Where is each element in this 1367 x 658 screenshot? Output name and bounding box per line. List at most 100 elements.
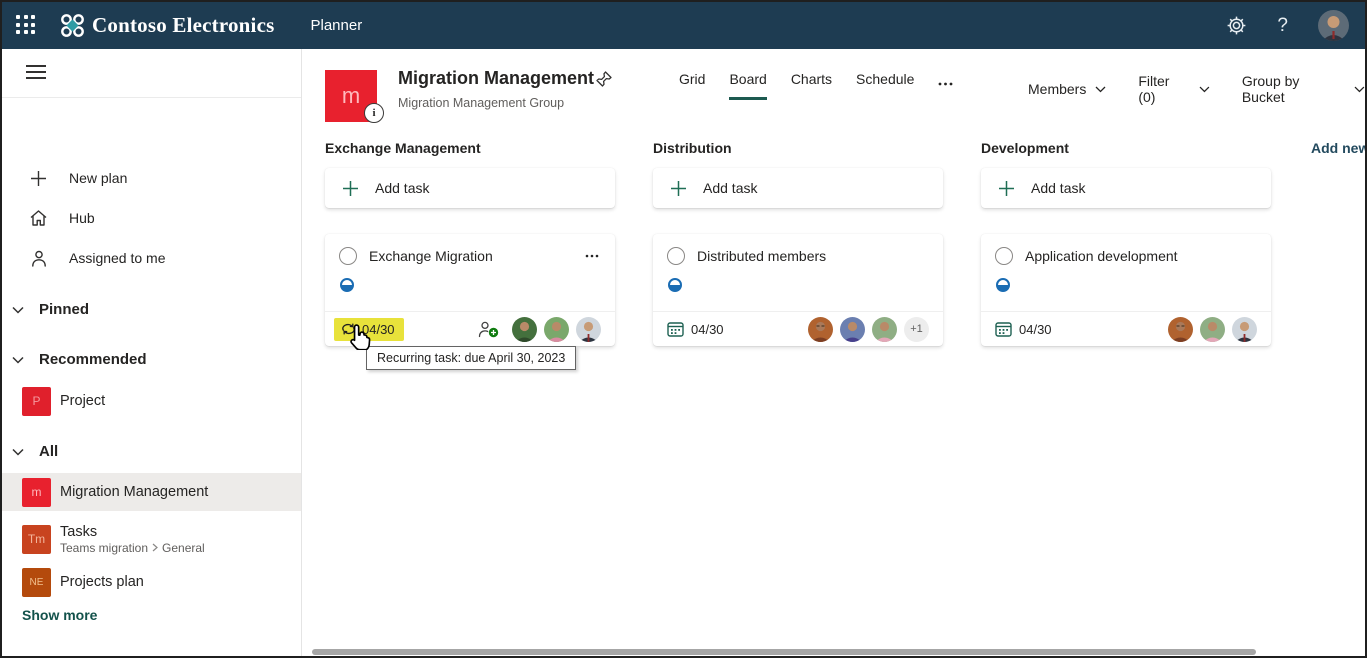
sidebar-item-hub[interactable]: Hub xyxy=(2,204,301,232)
sidebar-plan-project[interactable]: P Project xyxy=(2,383,301,419)
task-complete-checkbox[interactable] xyxy=(667,247,685,265)
chevron-down-icon xyxy=(12,306,24,314)
more-tabs-ellipsis-icon[interactable] xyxy=(938,71,953,100)
section-recommended[interactable]: Recommended xyxy=(2,351,301,368)
task-more-ellipsis-icon[interactable] xyxy=(583,254,601,258)
help-button[interactable]: ? xyxy=(1277,15,1288,37)
tab-charts[interactable]: Charts xyxy=(791,71,832,100)
due-date-chip[interactable]: 04/30 xyxy=(667,321,724,337)
person-icon xyxy=(29,250,48,267)
task-title: Distributed members xyxy=(697,248,929,264)
horizontal-scrollbar[interactable] xyxy=(312,649,1256,655)
task-complete-checkbox[interactable] xyxy=(339,247,357,265)
recurring-due-date-chip[interactable]: 04/30 xyxy=(334,318,404,341)
recurring-task-tooltip: Recurring task: due April 30, 2023 xyxy=(366,346,576,370)
assignee-avatar[interactable] xyxy=(512,317,537,342)
sidebar-item-new-plan[interactable]: New plan xyxy=(2,164,301,192)
brand-logo[interactable]: Contoso Electronics xyxy=(59,12,275,39)
breadcrumb-team: Teams migration xyxy=(60,541,148,555)
due-date: 04/30 xyxy=(1019,322,1052,337)
plan-icon: P xyxy=(22,387,51,416)
pin-icon[interactable] xyxy=(595,70,613,88)
task-complete-checkbox[interactable] xyxy=(995,247,1013,265)
in-progress-status-icon[interactable] xyxy=(340,278,354,292)
hamburger-menu-icon[interactable] xyxy=(26,65,46,79)
assignee-avatar[interactable] xyxy=(808,317,833,342)
sidebar-plan-tasks[interactable]: Tm Tasks Teams migration General xyxy=(2,515,301,563)
filter-dropdown[interactable]: Filter (0) xyxy=(1138,73,1209,105)
section-pinned[interactable]: Pinned xyxy=(2,301,301,318)
add-task-button[interactable]: Add task xyxy=(325,168,615,208)
task-title: Application development xyxy=(1025,248,1257,264)
assignee-overflow-badge[interactable]: +1 xyxy=(904,317,929,342)
planner-window: Contoso Electronics Planner ? xyxy=(0,0,1367,658)
contoso-logo-icon xyxy=(59,12,86,39)
sidebar-plan-migration-management[interactable]: m Migration Management xyxy=(2,473,301,511)
bucket-title-development: Development xyxy=(981,140,1069,156)
task-card-exchange-migration[interactable]: Exchange Migration 04/30 xyxy=(325,234,615,346)
page-title: Migration Management xyxy=(398,68,594,89)
plan-icon: Tm xyxy=(22,525,51,554)
assignee-avatar[interactable] xyxy=(840,317,865,342)
task-title: Exchange Migration xyxy=(369,248,571,264)
sidebar-plan-projects-plan[interactable]: NE Projects plan xyxy=(2,565,301,599)
filter-label: Filter (0) xyxy=(1138,73,1190,105)
chevron-down-icon xyxy=(1095,86,1106,93)
brand-name: Contoso Electronics xyxy=(92,13,275,38)
user-avatar[interactable] xyxy=(1318,10,1349,41)
plan-label: Tasks xyxy=(60,524,205,540)
section-label: All xyxy=(39,443,58,460)
members-dropdown[interactable]: Members xyxy=(1028,73,1106,105)
plan-icon: NE xyxy=(22,568,51,597)
add-task-button[interactable]: Add task xyxy=(981,168,1271,208)
assignee-avatar[interactable] xyxy=(544,317,569,342)
add-task-button[interactable]: Add task xyxy=(653,168,943,208)
plan-label: Migration Management xyxy=(60,484,208,500)
tab-schedule[interactable]: Schedule xyxy=(856,71,914,100)
tab-board[interactable]: Board xyxy=(729,71,766,100)
chevron-down-icon xyxy=(1354,86,1365,93)
sidebar-divider xyxy=(2,97,301,98)
tab-grid[interactable]: Grid xyxy=(679,71,705,100)
sidebar-item-label: New plan xyxy=(69,170,127,186)
assignee-avatar[interactable] xyxy=(1232,317,1257,342)
sidebar-item-label: Assigned to me xyxy=(69,250,166,266)
chevron-down-icon xyxy=(1199,86,1210,93)
due-date-chip[interactable]: 04/30 xyxy=(995,321,1052,337)
left-sidebar: New plan Hub Assigned to me Pinned Recom… xyxy=(2,49,302,658)
in-progress-status-icon[interactable] xyxy=(996,278,1010,292)
home-icon xyxy=(29,209,48,227)
bucket-title-distribution: Distribution xyxy=(653,140,732,156)
section-label: Pinned xyxy=(39,301,89,318)
assignee-avatar[interactable] xyxy=(872,317,897,342)
assignee-avatar[interactable] xyxy=(576,317,601,342)
add-task-label: Add task xyxy=(1031,180,1085,196)
sidebar-item-assigned-to-me[interactable]: Assigned to me xyxy=(2,244,301,272)
section-all[interactable]: All xyxy=(2,443,301,460)
group-by-dropdown[interactable]: Group by Bucket xyxy=(1242,73,1365,105)
plus-icon xyxy=(999,181,1014,196)
plan-label: Projects plan xyxy=(60,574,144,590)
settings-gear-icon[interactable] xyxy=(1226,15,1247,36)
assign-person-icon[interactable] xyxy=(478,321,499,338)
calendar-icon xyxy=(995,321,1012,337)
plus-icon xyxy=(29,170,48,187)
chevron-down-icon xyxy=(12,448,24,456)
top-app-bar: Contoso Electronics Planner ? xyxy=(2,2,1365,49)
add-new-bucket-link[interactable]: Add new xyxy=(1311,140,1367,156)
app-title: Planner xyxy=(311,17,363,34)
task-card-distributed-members[interactable]: Distributed members 04/30 xyxy=(653,234,943,346)
due-date: 04/30 xyxy=(691,322,724,337)
task-card-application-development[interactable]: Application development 04/30 xyxy=(981,234,1271,346)
show-more-link[interactable]: Show more xyxy=(22,607,97,623)
section-label: Recommended xyxy=(39,351,147,368)
app-launcher-waffle-icon[interactable] xyxy=(16,15,37,36)
info-icon[interactable]: i xyxy=(364,103,384,123)
assignee-avatar[interactable] xyxy=(1168,317,1193,342)
board-controls: Members Filter (0) Group by Bucket xyxy=(1028,73,1365,105)
view-tabs: Grid Board Charts Schedule xyxy=(679,71,953,100)
assignee-avatar[interactable] xyxy=(1200,317,1225,342)
plan-icon: m xyxy=(22,478,51,507)
group-by-label: Group by Bucket xyxy=(1242,73,1345,105)
in-progress-status-icon[interactable] xyxy=(668,278,682,292)
